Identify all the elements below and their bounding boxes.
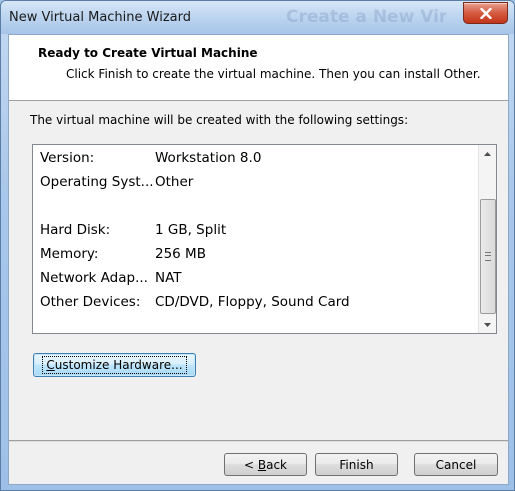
page-title: Ready to Create Virtual Machine	[38, 46, 258, 60]
scroll-down-button[interactable]	[479, 316, 496, 333]
setting-label: Hard Disk:	[40, 222, 111, 238]
page-subtitle: Click Finish to create the virtual machi…	[66, 67, 481, 81]
dialog-client-area: Ready to Create Virtual Machine Click Fi…	[8, 34, 509, 485]
setting-value: Other	[155, 174, 194, 190]
setting-value: 256 MB	[155, 246, 206, 262]
close-icon	[479, 7, 492, 19]
chevron-up-icon	[484, 151, 491, 156]
finish-button[interactable]: Finish	[315, 453, 398, 476]
setting-label: Memory:	[40, 246, 99, 262]
back-button[interactable]: < Back	[224, 453, 307, 476]
intro-text: The virtual machine will be created with…	[30, 113, 409, 127]
background-title-text: Create a New Virt	[286, 7, 446, 27]
scroll-thumb[interactable]	[480, 199, 496, 314]
setting-label: Network Adap...	[40, 270, 148, 286]
window-title: New Virtual Machine Wizard	[9, 10, 191, 25]
close-button[interactable]	[463, 2, 508, 24]
cancel-button[interactable]: Cancel	[414, 453, 498, 476]
header-panel: Ready to Create Virtual Machine Click Fi…	[9, 35, 508, 101]
setting-label: Other Devices:	[40, 294, 141, 310]
vertical-scrollbar[interactable]	[478, 145, 496, 333]
setting-value: 1 GB, Split	[155, 222, 227, 238]
cancel-label: Cancel	[435, 457, 477, 472]
finish-label: Finish	[339, 457, 374, 472]
setting-value: Workstation 8.0	[155, 150, 262, 166]
title-bar[interactable]: New Virtual Machine Wizard Create a New …	[1, 1, 514, 34]
settings-list[interactable]: Version: Workstation 8.0 Operating Syst...…	[32, 144, 497, 334]
settings-rows: Version: Workstation 8.0 Operating Syst...…	[33, 145, 473, 333]
setting-label: Version:	[40, 150, 95, 166]
setting-label: Operating Syst...	[40, 174, 154, 190]
footer-divider	[9, 440, 508, 442]
chevron-down-icon	[484, 322, 491, 327]
wizard-window: New Virtual Machine Wizard Create a New …	[0, 0, 515, 491]
customize-hardware-button[interactable]: Customize Hardware...	[33, 353, 196, 377]
grip-icon	[485, 252, 491, 261]
scroll-up-button[interactable]	[479, 145, 496, 162]
back-label: < Back	[243, 457, 287, 472]
background-window-title: Create a New Virt	[246, 3, 446, 31]
customize-hardware-label: Customize Hardware...	[42, 356, 187, 374]
setting-value: NAT	[155, 270, 182, 286]
setting-value: CD/DVD, Floppy, Sound Card	[155, 294, 350, 310]
